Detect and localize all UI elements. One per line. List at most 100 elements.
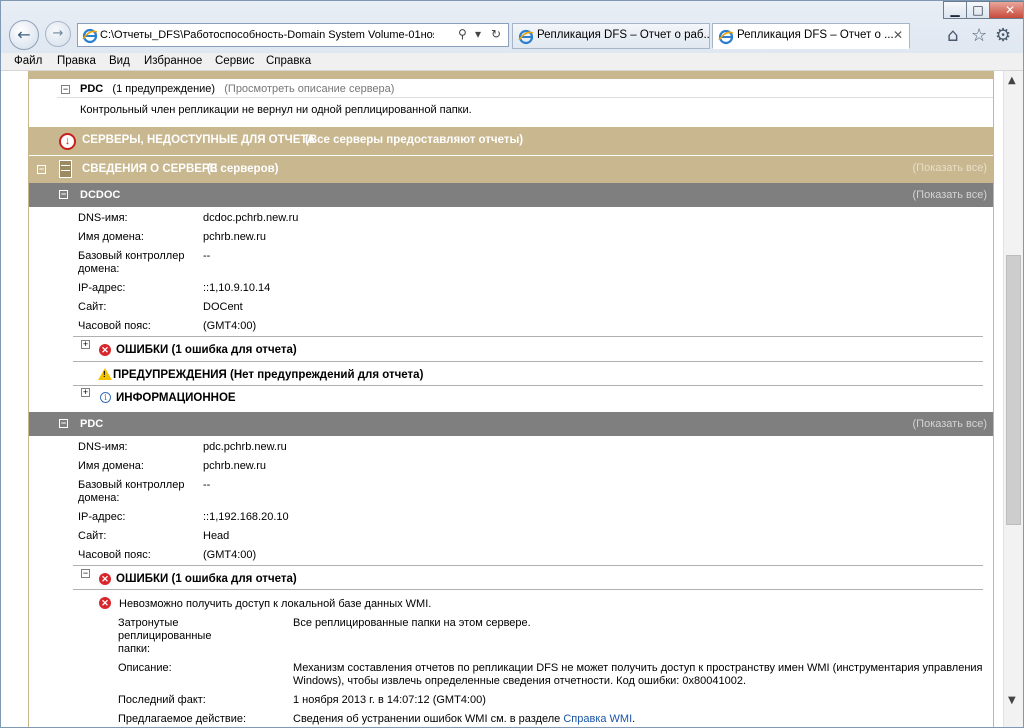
back-button[interactable]: ← <box>9 20 39 50</box>
tab-report-1[interactable]: Репликация DFS – Отчет о раб... <box>512 23 710 49</box>
menu-bar: Файл Правка Вид Избранное Сервис Справка <box>1 53 1023 71</box>
pdc-label-2: домена: <box>78 492 120 504</box>
warning-icon: ! <box>98 368 112 380</box>
info-icon: i <box>100 392 111 403</box>
menu-favorites[interactable]: Избранное <box>144 55 202 67</box>
scroll-thumb[interactable] <box>1006 255 1021 525</box>
forward-button[interactable]: → <box>45 21 71 47</box>
dns-value: dcdoc.pchrb.new.ru <box>203 212 299 224</box>
last-occurrence-label: Последний факт: <box>118 694 206 706</box>
info-section[interactable]: ИНФОРМАЦИОННОЕ <box>116 392 236 404</box>
scroll-up-icon[interactable]: ▲ <box>1008 75 1016 86</box>
domain-value: pchrb.new.ru <box>203 460 266 472</box>
error-icon: ✕ <box>99 344 111 356</box>
server-icon <box>59 160 72 178</box>
errors-section[interactable]: ОШИБКИ (1 ошибка для отчета) <box>116 573 297 585</box>
site-label: Сайт: <box>78 530 107 542</box>
server-pdc-header: − PDC (Показать все) <box>29 412 993 436</box>
domain-label: Имя домена: <box>78 460 144 472</box>
scroll-down-icon[interactable]: ▼ <box>1008 695 1016 706</box>
tz-value: (GMT4:00) <box>203 320 257 332</box>
last-occurrence-value: 1 ноября 2013 г. в 14:07:12 (GMT4:00) <box>293 694 486 706</box>
dns-label: DNS-имя: <box>78 212 128 224</box>
ip-label: IP-адрес: <box>78 511 126 523</box>
action-value: Сведения об устранении ошибок WMI см. в … <box>293 713 636 725</box>
tab-report-2[interactable]: Репликация DFS – Отчет о ... ✕ <box>712 23 910 49</box>
ip-value: ::1,10.9.10.14 <box>203 282 271 294</box>
show-all-link[interactable]: (Показать все) <box>913 418 987 430</box>
home-icon[interactable]: ⌂ <box>947 25 958 46</box>
menu-file[interactable]: Файл <box>14 55 42 67</box>
search-icon[interactable]: ⚲ <box>458 27 467 41</box>
vertical-scrollbar[interactable]: ▲ ▼ <box>1003 71 1023 727</box>
error-icon: ✕ <box>99 597 111 609</box>
expand-toggle[interactable]: + <box>81 340 90 349</box>
report-content: − PDC (1 предупреждение) (Просмотреть оп… <box>1 71 1003 727</box>
refresh-icon[interactable]: ↻ <box>491 27 501 41</box>
domain-label: Имя домена: <box>78 231 144 243</box>
section-header-partial <box>29 71 993 79</box>
wmi-help-link[interactable]: Справка WMI <box>563 713 632 725</box>
tz-value: (GMT4:00) <box>203 549 257 561</box>
pdc-label: Базовый контроллер <box>78 479 185 491</box>
tz-label: Часовой пояс: <box>78 320 151 332</box>
collapse-toggle[interactable]: − <box>37 165 46 174</box>
collapse-toggle[interactable]: − <box>59 190 68 199</box>
collapse-toggle[interactable]: − <box>81 569 90 578</box>
collapse-toggle[interactable]: − <box>59 419 68 428</box>
ie-page-icon <box>82 28 98 44</box>
ip-label: IP-адрес: <box>78 282 126 294</box>
chevron-down-icon[interactable]: ▾ <box>475 27 481 41</box>
menu-tools[interactable]: Сервис <box>215 55 254 67</box>
tab-label: Репликация DFS – Отчет о ... <box>737 29 894 41</box>
show-all-link[interactable]: (Показать все) <box>913 189 987 201</box>
pdc-value: -- <box>203 250 211 262</box>
menu-help[interactable]: Справка <box>266 55 311 67</box>
close-tab-icon[interactable]: ✕ <box>893 28 903 42</box>
tz-label: Часовой пояс: <box>78 549 151 561</box>
menu-view[interactable]: Вид <box>109 55 130 67</box>
expand-toggle[interactable]: + <box>81 388 90 397</box>
errors-section[interactable]: ОШИБКИ (1 ошибка для отчета) <box>116 344 297 356</box>
pdc-value: -- <box>203 479 211 491</box>
gear-icon[interactable]: ⚙ <box>995 25 1011 46</box>
dns-label: DNS-имя: <box>78 441 128 453</box>
description-value-2: Windows), чтобы извлечь определенные све… <box>293 675 747 687</box>
affected-label-3: папки: <box>118 643 151 655</box>
alert-icon: ↓ <box>59 133 76 150</box>
close-window-button[interactable]: ✕ <box>989 1 1023 19</box>
minimize-button[interactable]: ▁ <box>943 1 967 19</box>
menu-edit[interactable]: Правка <box>57 55 96 67</box>
favorites-star-icon[interactable]: ☆ <box>971 25 987 46</box>
show-all-link[interactable]: (Показать все) <box>913 162 987 174</box>
error-title: Невозможно получить доступ к локальной б… <box>119 598 432 610</box>
unavailable-servers-header: ↓ СЕРВЕРЫ, НЕДОСТУПНЫЕ ДЛЯ ОТЧЕТА (Все с… <box>29 127 993 155</box>
pdc-label: Базовый контроллер <box>78 250 185 262</box>
dns-value: pdc.pchrb.new.ru <box>203 441 287 453</box>
title-bar: ▁ □ ✕ ← → C:\Отчеты_DFS\Работоспособност… <box>1 1 1023 53</box>
description-label: Описание: <box>118 662 172 674</box>
ip-value: ::1,192.168.20.10 <box>203 511 289 523</box>
pdc-message: Контрольный член репликации не вернул ни… <box>80 104 472 116</box>
domain-value: pchrb.new.ru <box>203 231 266 243</box>
maximize-button[interactable]: □ <box>966 1 990 19</box>
report-page: − PDC (1 предупреждение) (Просмотреть оп… <box>28 71 994 727</box>
pdc-summary: PDC (1 предупреждение) (Просмотреть опис… <box>80 83 395 95</box>
server-info-header: − СВЕДЕНИЯ О СЕРВЕРЕ (3 серверов) (Показ… <box>29 155 993 183</box>
affected-value: Все реплицированные папки на этом сервер… <box>293 617 531 629</box>
affected-label-2: реплицированные <box>118 630 212 642</box>
site-label: Сайт: <box>78 301 107 313</box>
site-value: DOCent <box>203 301 243 313</box>
collapse-toggle[interactable]: − <box>61 85 70 94</box>
description-value: Механизм составления отчетов по репликац… <box>293 662 983 674</box>
affected-label: Затронутые <box>118 617 179 629</box>
address-bar[interactable]: C:\Отчеты_DFS\Работоспособность-Domain S… <box>77 23 509 47</box>
site-value: Head <box>203 530 230 542</box>
ie-tab-icon <box>518 29 534 45</box>
view-server-link[interactable]: (Просмотреть описание сервера) <box>224 83 394 95</box>
browser-window: ▁ □ ✕ ← → C:\Отчеты_DFS\Работоспособност… <box>0 0 1024 728</box>
pdc-label-2: домена: <box>78 263 120 275</box>
action-label: Предлагаемое действие: <box>118 713 247 725</box>
address-text[interactable]: C:\Отчеты_DFS\Работоспособность-Domain S… <box>100 29 434 41</box>
tab-label: Репликация DFS – Отчет о раб... <box>537 29 710 41</box>
